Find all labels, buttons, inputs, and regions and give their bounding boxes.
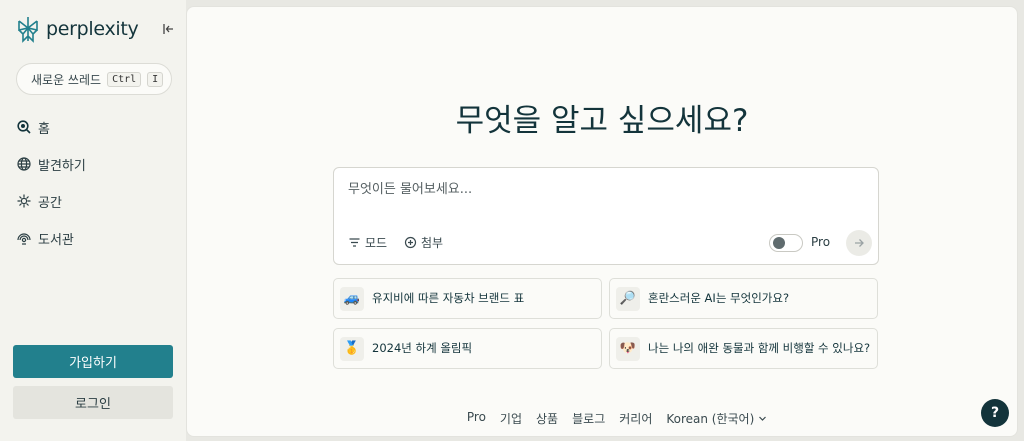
suggestion-card[interactable]: 🐶 나는 나의 애완 동물과 함께 비행할 수 있나요? (609, 328, 878, 369)
perplexity-logo-icon (18, 17, 38, 43)
sidebar: perplexity 새로운 쓰레드 Ctrl I 홈 발견하기 공간 도서관 … (0, 0, 186, 441)
suggestion-card[interactable]: 🚙 유지비에 따른 자동차 브랜드 표 (333, 278, 602, 319)
suggestion-text: 나는 나의 애완 동물과 함께 비행할 수 있나요? (648, 341, 871, 355)
arrow-right-icon (855, 239, 864, 247)
pro-label: Pro (811, 235, 831, 249)
footer-link-blog[interactable]: 블로그 (572, 410, 605, 427)
filter-icon (349, 238, 360, 247)
spaces-icon (17, 194, 31, 208)
collapse-icon (163, 24, 173, 34)
attach-label: 첨부 (421, 236, 444, 250)
chevron-down-icon (759, 416, 767, 421)
sidebar-item-label: 도서관 (38, 232, 74, 248)
language-label: Korean (한국어) (666, 412, 755, 426)
globe-icon (17, 157, 31, 171)
signup-button[interactable]: 가입하기 (13, 345, 173, 378)
shortcut-key: I (147, 71, 164, 87)
suggestion-text: 2024년 하계 올림픽 (372, 341, 473, 355)
new-thread-label: 새로운 쓰레드 (31, 72, 102, 87)
medal-icon: 🥇 (340, 336, 364, 361)
suggestion-text: 혼란스러운 AI는 무엇인가요? (648, 291, 790, 305)
suggestion-card[interactable]: 🔎 혼란스러운 AI는 무엇인가요? (609, 278, 878, 319)
logo[interactable]: perplexity (16, 15, 139, 43)
sidebar-nav: 홈 발견하기 공간 도서관 (16, 116, 86, 264)
sidebar-item-label: 홈 (38, 121, 50, 137)
suggestion-text: 유지비에 따른 자동차 브랜드 표 (372, 291, 525, 305)
search-home-icon (17, 120, 31, 134)
help-button[interactable]: ? (981, 399, 1009, 427)
collapse-sidebar-button[interactable] (160, 20, 178, 38)
footer-link-pro[interactable]: Pro (467, 410, 486, 427)
car-icon: 🚙 (340, 286, 364, 311)
logo-text: perplexity (46, 18, 139, 40)
search-box: 모드 첨부 Pro (333, 167, 879, 265)
suggestion-card[interactable]: 🥇 2024년 하계 올림픽 (333, 328, 602, 369)
sidebar-item-discover[interactable]: 발견하기 (16, 153, 86, 175)
sidebar-item-library[interactable]: 도서관 (16, 227, 86, 249)
footer-link-store[interactable]: 상품 (536, 410, 558, 427)
plus-circle-icon (404, 236, 417, 249)
pro-toggle[interactable] (769, 234, 803, 252)
toggle-knob (773, 237, 785, 249)
magnifier-icon: 🔎 (616, 286, 640, 311)
dog-icon: 🐶 (616, 336, 640, 361)
page-title: 무엇을 알고 싶으세요? (455, 103, 749, 139)
sidebar-item-home[interactable]: 홈 (16, 116, 86, 138)
attach-button[interactable]: 첨부 (404, 234, 443, 251)
mode-button[interactable]: 모드 (348, 234, 387, 251)
mode-label: 모드 (365, 236, 388, 250)
footer-link-careers[interactable]: 커리어 (619, 410, 652, 427)
sidebar-item-label: 발견하기 (38, 158, 86, 174)
sidebar-item-label: 공간 (38, 195, 62, 211)
submit-button[interactable] (846, 230, 872, 256)
shortcut-mod-key: Ctrl (107, 71, 142, 87)
search-input[interactable] (348, 182, 848, 197)
main-panel: 무엇을 알고 싶으세요? 모드 첨부 Pro 🚙 유지비에 따른 자 (186, 6, 1018, 437)
new-thread-button[interactable]: 새로운 쓰레드 Ctrl I (16, 63, 172, 95)
login-button[interactable]: 로그인 (13, 386, 173, 419)
footer-link-enterprise[interactable]: 기업 (500, 410, 522, 427)
footer: Pro 기업 상품 블로그 커리어 Korean (한국어) (187, 410, 1017, 427)
library-icon (17, 233, 31, 245)
language-selector[interactable]: Korean (한국어) (666, 410, 767, 427)
sidebar-item-spaces[interactable]: 공간 (16, 190, 86, 212)
